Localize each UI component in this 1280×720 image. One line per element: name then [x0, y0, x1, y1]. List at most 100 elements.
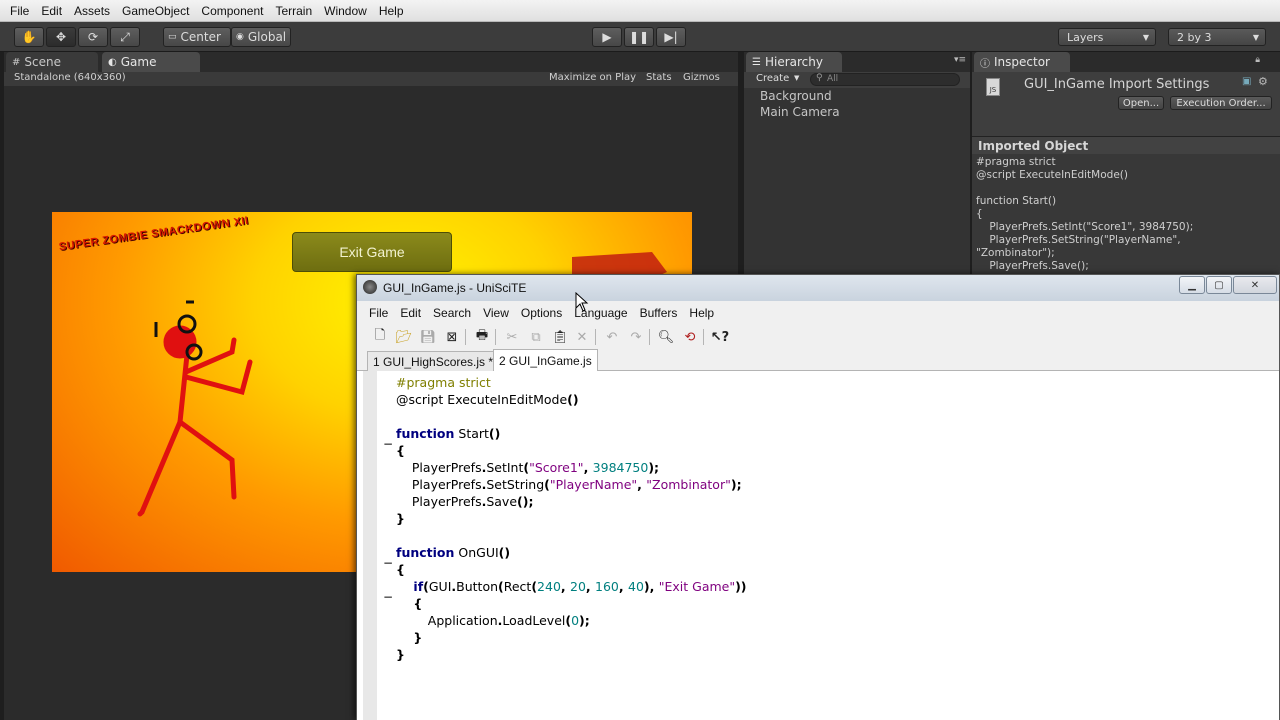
panel-menu-icon[interactable]: ▾≡ [954, 55, 966, 65]
minimize-button[interactable]: ▁ [1179, 276, 1205, 294]
code-token: "PlayerName" [549, 477, 638, 492]
hierarchy-search-input[interactable]: ⚲ All [810, 73, 960, 86]
minimize-icon: ▁ [1188, 279, 1196, 291]
resolution-dropdown[interactable]: Standalone (640x360) [14, 72, 126, 83]
scite-menu-buffers[interactable]: Buffers [634, 306, 684, 320]
tab-game[interactable]: ◐ Game [102, 52, 200, 72]
find-icon[interactable]: 🔍︎ [657, 328, 675, 346]
search-placeholder: All [827, 74, 839, 84]
code-token: "Zombinator" [646, 477, 731, 492]
code-token: } [396, 647, 405, 662]
tab-gui-highscores[interactable]: 1 GUI_HighScores.js * [367, 351, 500, 371]
toolbar-separator [703, 329, 704, 345]
layout-dropdown[interactable]: 2 by 3 ▼ [1168, 28, 1266, 46]
code-line: @script ExecuteInEditMode() [396, 392, 579, 409]
menu-window[interactable]: Window [318, 4, 373, 18]
tab-scene[interactable]: # Scene [6, 52, 98, 72]
save-icon[interactable]: 💾︎ [419, 328, 437, 346]
scite-app-icon [363, 280, 377, 294]
undo-icon[interactable]: ↶ [603, 328, 621, 346]
open-folder-icon[interactable]: 📂︎ [395, 328, 413, 346]
code-token: PlayerPrefs [396, 477, 482, 492]
hierarchy-item-main-camera[interactable]: Main Camera [760, 105, 840, 119]
fold-marker-icon[interactable]: − [383, 590, 393, 604]
paste-icon[interactable]: 📋︎ [551, 328, 569, 346]
preview-line: @script ExecuteInEditMode() [976, 169, 1128, 181]
play-button[interactable]: ▶ [592, 27, 622, 47]
code-token: 3984750 [592, 460, 649, 475]
maximize-on-play-toggle[interactable]: Maximize on Play [549, 72, 636, 83]
scite-menu-view[interactable]: View [477, 306, 515, 320]
tab-inspector[interactable]: ⓘ Inspector [974, 52, 1070, 72]
code-token: , [585, 579, 596, 594]
menu-file[interactable]: File [4, 4, 35, 18]
redo-icon[interactable]: ↷ [627, 328, 645, 346]
scite-titlebar[interactable]: GUI_InGame.js - UniSciTE ▁ ▢ ✕ [357, 275, 1279, 301]
maximize-icon: ▢ [1214, 279, 1224, 291]
hand-tool-button[interactable]: ✋ [14, 27, 44, 47]
code-token: PlayerPrefs [396, 460, 482, 475]
close-file-icon[interactable]: ⊠ [443, 328, 461, 346]
new-file-icon[interactable]: 🗋 [371, 328, 389, 346]
space-label: Global [247, 30, 287, 44]
code-token: , [583, 460, 593, 475]
hierarchy-item-background[interactable]: Background [760, 89, 832, 103]
scite-menu-options[interactable]: Options [515, 306, 568, 320]
menu-terrain[interactable]: Terrain [269, 4, 318, 18]
help-icon[interactable]: ▣ [1242, 76, 1251, 87]
code-token: , [637, 477, 647, 492]
code-token: SetString [486, 477, 545, 492]
menu-gameobject[interactable]: GameObject [116, 4, 195, 18]
scite-window-title: GUI_InGame.js - UniSciTE [383, 281, 527, 295]
menu-help[interactable]: Help [373, 4, 410, 18]
lock-icon[interactable]: 🔒︎ [1255, 55, 1260, 65]
menu-assets[interactable]: Assets [68, 4, 116, 18]
tab-gui-ingame[interactable]: 2 GUI_InGame.js [493, 349, 598, 371]
stats-toggle[interactable]: Stats [646, 72, 672, 83]
code-token: , [618, 579, 628, 594]
tab-hierarchy[interactable]: ☰ Hierarchy [746, 52, 842, 72]
move-tool-icon: ✥ [55, 30, 67, 44]
code-line: function Start() [396, 426, 500, 443]
step-button[interactable]: ▶| [656, 27, 686, 47]
code-token: ), [643, 579, 659, 594]
fold-marker-icon[interactable]: − [383, 556, 393, 570]
toolbar-separator [495, 329, 496, 345]
pivot-center-toggle[interactable]: ▭ Center [163, 27, 231, 47]
delete-icon[interactable]: ✕ [573, 328, 591, 346]
scite-menu-search[interactable]: Search [427, 306, 477, 320]
fold-marker-icon[interactable]: − [383, 437, 393, 451]
layers-dropdown[interactable]: Layers ▼ [1058, 28, 1156, 46]
pause-icon: ❚❚ [628, 30, 650, 44]
gear-icon[interactable]: ⚙ [1258, 75, 1268, 88]
rotate-tool-button[interactable]: ⟳ [78, 27, 108, 47]
execution-order-button[interactable]: Execution Order... [1170, 96, 1272, 110]
preview-line: PlayerPrefs.SetInt("Score1", 3984750); [976, 221, 1194, 233]
scite-menu-help[interactable]: Help [683, 306, 720, 320]
gizmos-dropdown[interactable]: Gizmos [683, 72, 720, 83]
scite-menu-edit[interactable]: Edit [394, 306, 427, 320]
cut-icon[interactable]: ✂ [503, 328, 521, 346]
maximize-button[interactable]: ▢ [1206, 276, 1232, 294]
menu-component[interactable]: Component [195, 4, 269, 18]
code-token: @script ExecuteInEditMode [396, 392, 568, 407]
create-dropdown[interactable]: Create [756, 73, 789, 84]
code-editor[interactable]: − − − #pragma strict @script ExecuteInEd… [357, 371, 1279, 720]
pause-button[interactable]: ❚❚ [624, 27, 654, 47]
menu-edit[interactable]: Edit [35, 4, 68, 18]
close-button[interactable]: ✕ [1233, 276, 1277, 294]
move-tool-button[interactable]: ✥ [46, 27, 76, 47]
code-token: { [396, 443, 405, 458]
code-token: () [498, 545, 511, 560]
print-icon[interactable]: 🖶 [473, 328, 491, 346]
copy-icon[interactable]: ⧉ [527, 328, 545, 346]
space-global-toggle[interactable]: ◉ Global [231, 27, 291, 47]
scite-menu-file[interactable]: File [363, 306, 394, 320]
open-button[interactable]: Open... [1118, 96, 1164, 110]
context-help-icon[interactable]: ↖? [711, 328, 729, 346]
scene-icon: # [12, 56, 21, 68]
replace-icon[interactable]: ⟲ [681, 328, 699, 346]
info-icon: ⓘ [980, 58, 990, 70]
scale-tool-button[interactable]: ⤢ [110, 27, 140, 47]
code-line: { [396, 596, 422, 613]
